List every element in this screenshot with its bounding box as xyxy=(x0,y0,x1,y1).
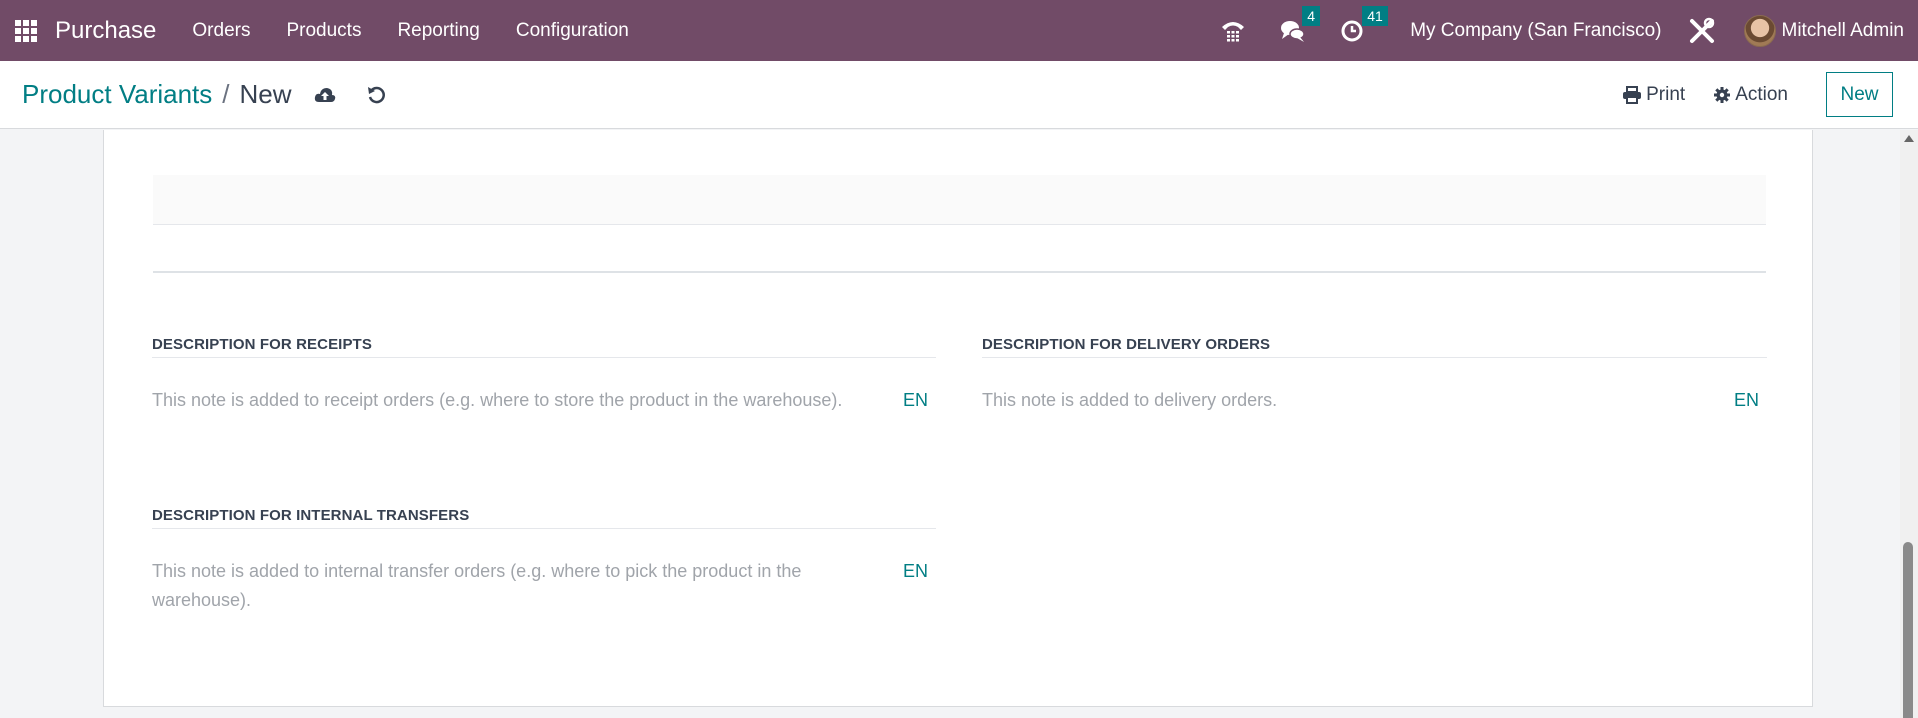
breadcrumb-current: New xyxy=(239,79,292,109)
new-button[interactable]: New xyxy=(1826,72,1893,117)
activities-button[interactable]: 41 xyxy=(1340,5,1388,43)
debug-tools-button[interactable] xyxy=(1688,17,1716,45)
breadcrumb-separator: / xyxy=(222,79,230,109)
section-title: DESCRIPTION FOR DELIVERY ORDERS xyxy=(982,336,1767,358)
discard-button[interactable] xyxy=(366,85,386,105)
save-button[interactable] xyxy=(314,86,336,104)
print-button[interactable]: Print xyxy=(1622,84,1685,106)
avatar xyxy=(1743,14,1776,47)
activity-clock-icon xyxy=(1341,20,1363,41)
menu-reporting[interactable]: Reporting xyxy=(397,20,479,42)
company-switcher[interactable]: My Company (San Francisco) xyxy=(1410,20,1661,42)
receipts-description-field[interactable]: This note is added to receipt orders (e.… xyxy=(152,386,892,415)
gear-icon xyxy=(1714,86,1731,103)
action-button[interactable]: Action xyxy=(1713,84,1788,106)
undo-icon xyxy=(367,86,385,103)
apps-grid-icon[interactable] xyxy=(15,19,37,42)
delivery-description-section: DESCRIPTION FOR DELIVERY ORDERS This not… xyxy=(982,336,1767,415)
translate-button[interactable]: EN xyxy=(903,557,928,615)
menu-configuration[interactable]: Configuration xyxy=(516,20,629,42)
print-label: Print xyxy=(1646,83,1686,105)
menu-orders[interactable]: Orders xyxy=(192,20,250,42)
section-title: DESCRIPTION FOR RECEIPTS xyxy=(152,336,936,358)
internal-transfers-description-field[interactable]: This note is added to internal transfer … xyxy=(152,557,892,615)
messages-badge: 4 xyxy=(1302,5,1320,26)
receipts-description-section: DESCRIPTION FOR RECEIPTS This note is ad… xyxy=(152,336,936,415)
scroll-up-arrow-icon[interactable] xyxy=(1904,135,1914,142)
form-sheet: DESCRIPTION FOR RECEIPTS This note is ad… xyxy=(103,130,1813,707)
printer-icon xyxy=(1623,85,1642,104)
internal-transfers-description-section: DESCRIPTION FOR INTERNAL TRANSFERS This … xyxy=(152,507,936,615)
translate-button[interactable]: EN xyxy=(903,386,928,415)
delivery-description-field[interactable]: This note is added to delivery orders. xyxy=(982,386,1722,415)
activities-badge: 41 xyxy=(1362,5,1388,26)
vertical-scrollbar[interactable] xyxy=(1900,130,1918,718)
control-panel: Product Variants / New Print Action New xyxy=(0,61,1918,129)
breadcrumb: Product Variants / New xyxy=(22,79,292,110)
table-footer-divider xyxy=(153,271,1766,273)
cloud-upload-icon xyxy=(314,87,335,102)
table-row xyxy=(153,175,1766,224)
action-label: Action xyxy=(1735,83,1788,105)
phone-button[interactable] xyxy=(1220,19,1246,43)
section-title: DESCRIPTION FOR INTERNAL TRANSFERS xyxy=(152,507,936,529)
scrollbar-thumb[interactable] xyxy=(1903,542,1913,718)
form-view: DESCRIPTION FOR RECEIPTS This note is ad… xyxy=(0,130,1900,718)
menu-products[interactable]: Products xyxy=(286,20,361,42)
user-menu[interactable]: Mitchell Admin xyxy=(1743,14,1905,47)
top-navbar: Purchase Orders Products Reporting Confi… xyxy=(0,0,1918,61)
messages-button[interactable]: 4 xyxy=(1280,5,1320,43)
user-name: Mitchell Admin xyxy=(1781,19,1905,41)
phone-icon xyxy=(1222,21,1245,41)
breadcrumb-parent-link[interactable]: Product Variants xyxy=(22,79,212,110)
translate-button[interactable]: EN xyxy=(1734,386,1759,415)
table-row-divider xyxy=(153,224,1766,225)
app-name[interactable]: Purchase xyxy=(55,17,156,45)
tools-icon xyxy=(1689,17,1714,43)
